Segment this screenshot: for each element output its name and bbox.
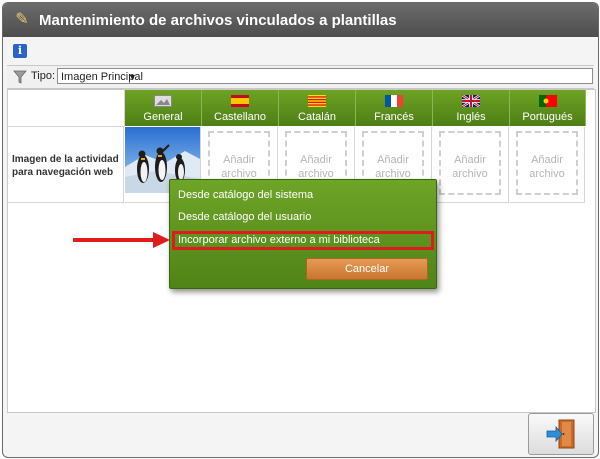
main-window: ✎ Mantenimiento de archivos vinculados a… — [2, 2, 599, 458]
row-label: Imagen de la actividad para navegación w… — [8, 127, 124, 203]
image-icon — [154, 95, 172, 107]
portugal-flag-icon — [539, 95, 557, 107]
cancel-button[interactable]: Cancelar — [306, 258, 428, 280]
pencil-icon: ✎ — [15, 11, 29, 28]
menu-item-system-catalog[interactable]: Desde catálogo del sistema — [178, 189, 313, 201]
info-icon[interactable]: i — [13, 44, 27, 58]
column-header-portugues: Portugués — [510, 90, 586, 126]
type-select[interactable]: Imagen Principal ▼ — [57, 68, 593, 84]
france-flag-icon — [385, 95, 403, 107]
menu-item-external-file[interactable]: Incorporar archivo externo a mi bibliote… — [178, 234, 380, 246]
info-toolbar: i — [7, 41, 594, 63]
exit-door-icon — [546, 419, 575, 449]
column-header-ingles: Inglés — [433, 90, 510, 126]
source-popup-menu: Desde catálogo del sistema Desde catálog… — [169, 179, 437, 289]
add-file-line1: Añadir — [531, 154, 563, 166]
row-label-line2: para navegación web — [12, 167, 114, 178]
column-label: Francés — [374, 111, 414, 123]
add-file-line1: Añadir — [300, 154, 332, 166]
column-header-general: General — [125, 90, 202, 126]
column-label: Portugués — [522, 111, 573, 123]
column-label: Inglés — [456, 111, 486, 123]
exit-button[interactable] — [528, 413, 594, 455]
menu-item-user-catalog[interactable]: Desde catálogo del usuario — [178, 211, 311, 223]
add-file-line1: Añadir — [454, 154, 486, 166]
column-label: Catalán — [298, 111, 336, 123]
column-header-castellano: Castellano — [202, 90, 279, 126]
window-title: Mantenimiento de archivos vinculados a p… — [39, 12, 397, 29]
row-label-line1: Imagen de la actividad — [12, 154, 119, 165]
grid-corner — [8, 90, 125, 127]
spain-flag-icon — [231, 95, 249, 107]
add-file-line2: archivo — [529, 168, 565, 180]
annotation-arrow-icon — [73, 232, 170, 248]
column-label: General — [143, 111, 183, 123]
add-file-slot[interactable]: Añadir archivo — [516, 131, 578, 195]
filter-bar: Tipo: Imagen Principal ▼ — [7, 65, 594, 89]
column-header-catalan: Catalán — [279, 90, 356, 126]
column-label: Castellano — [214, 111, 266, 123]
add-file-slot[interactable]: Añadir archivo — [439, 131, 501, 195]
add-file-line1: Añadir — [377, 154, 409, 166]
catalonia-flag-icon — [308, 95, 326, 107]
funnel-icon — [13, 70, 27, 84]
column-header-frances: Francés — [356, 90, 433, 126]
cell-ingles[interactable]: Añadir archivo — [433, 127, 509, 203]
add-file-line1: Añadir — [223, 154, 255, 166]
uk-flag-icon — [462, 95, 480, 107]
title-bar: ✎ Mantenimiento de archivos vinculados a… — [3, 3, 598, 37]
chevron-down-icon: ▼ — [128, 72, 137, 82]
add-file-line2: archivo — [452, 168, 488, 180]
type-label: Tipo: — [31, 70, 56, 82]
cell-portugues[interactable]: Añadir archivo — [510, 127, 585, 203]
